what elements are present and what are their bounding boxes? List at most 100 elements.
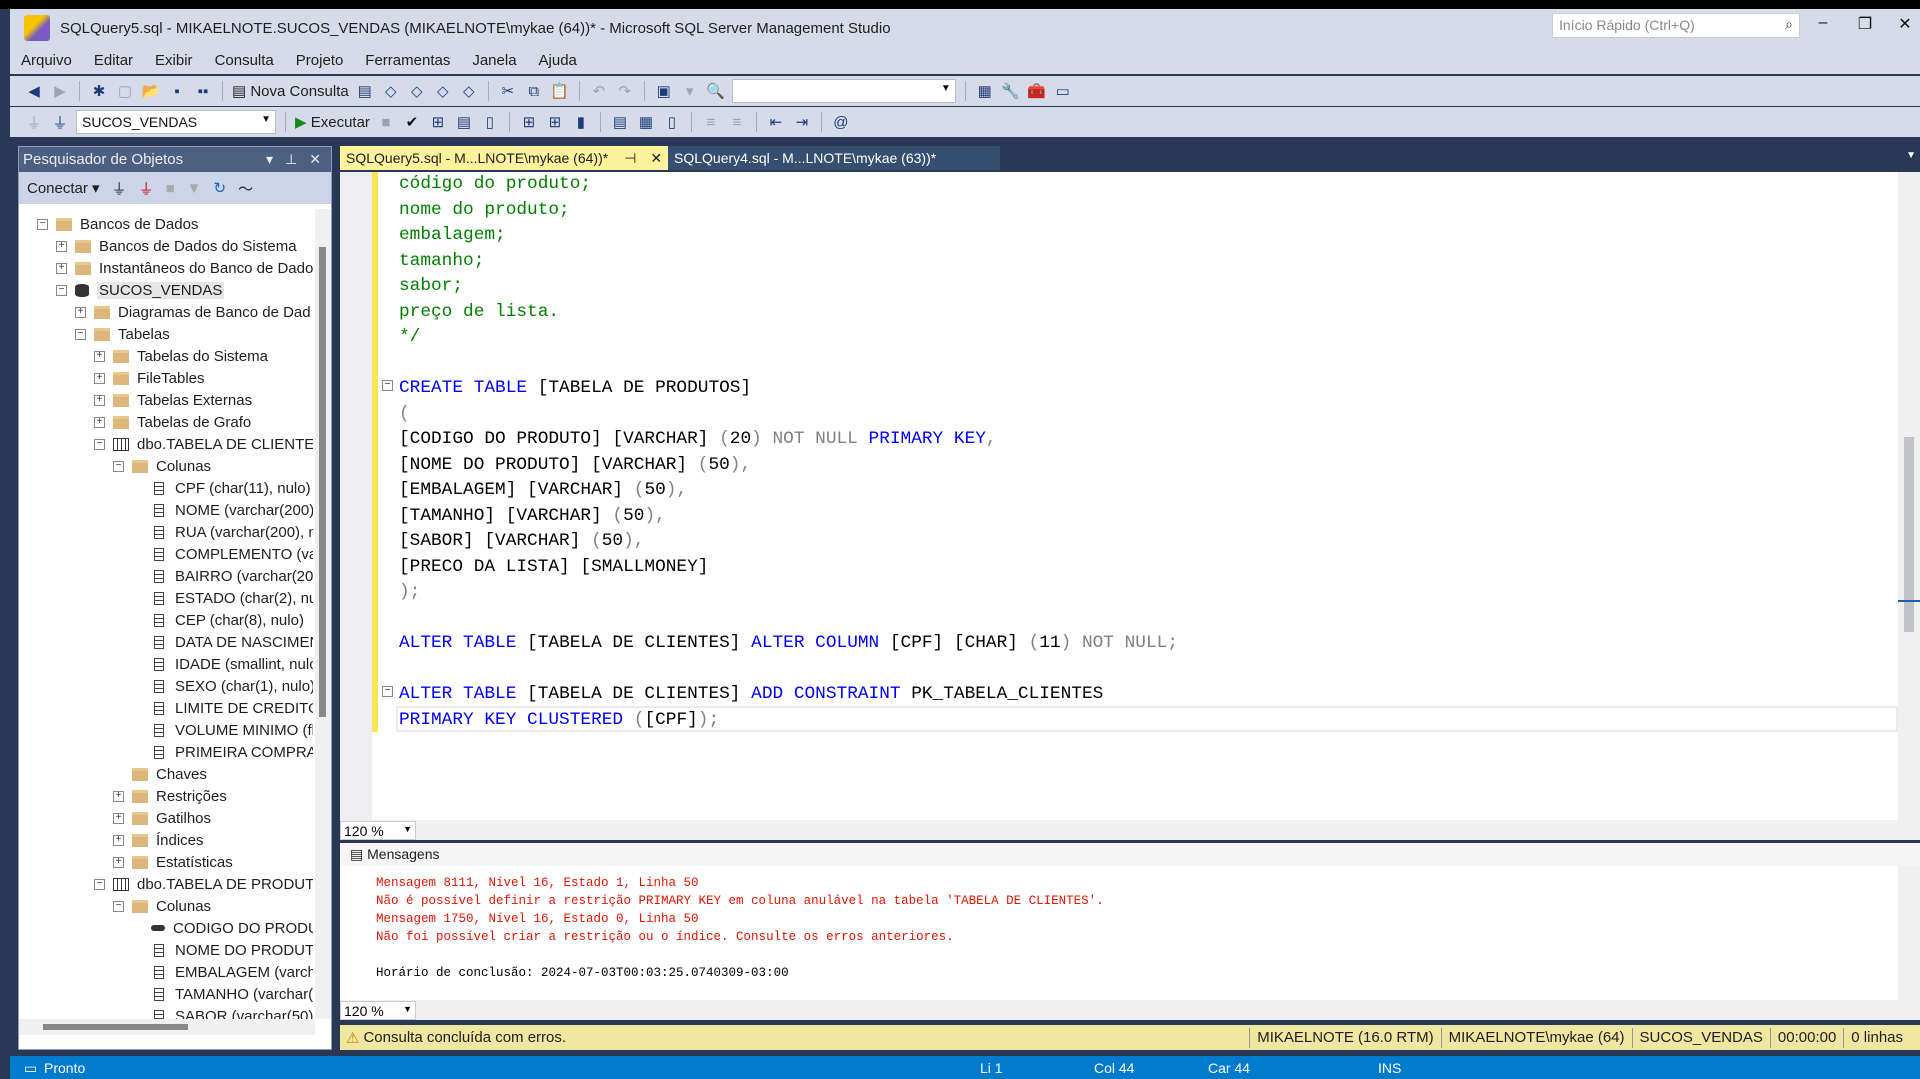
dmx-query-icon[interactable]: ◇: [407, 80, 427, 102]
tree-node[interactable]: + Instantâneos do Banco de Dado: [56, 257, 313, 279]
command-window-icon[interactable]: ▭: [1053, 80, 1073, 102]
new-query-button[interactable]: ▤ Nova Consulta: [232, 80, 349, 102]
quick-launch-input[interactable]: Início Rápido (Ctrl+Q) ⌕: [1552, 13, 1800, 38]
object-explorer-vertical-scrollbar[interactable]: [315, 209, 331, 1019]
refresh-icon[interactable]: ↻: [214, 179, 227, 197]
database-engine-query-icon[interactable]: ▤: [355, 80, 375, 102]
filter-icon[interactable]: ▼: [187, 180, 202, 197]
expand-icon[interactable]: +: [113, 834, 124, 846]
menu-exibir[interactable]: Exibir: [144, 52, 204, 69]
collapse-icon[interactable]: −: [113, 900, 124, 912]
tree-node[interactable]: CPF (char(11), nulo): [132, 477, 311, 499]
parse-icon[interactable]: ✔: [402, 111, 422, 133]
editor-vertical-scrollbar[interactable]: [1898, 172, 1920, 820]
tree-node[interactable]: CODIGO DO PRODU: [132, 917, 313, 939]
code-line[interactable]: [399, 351, 1178, 377]
pin-icon[interactable]: ⊣: [624, 150, 636, 166]
intellisense-icon[interactable]: ⊞: [519, 111, 539, 133]
code-line[interactable]: */: [399, 325, 1178, 351]
tree-node[interactable]: RUA (varchar(200), n: [132, 521, 313, 543]
expand-icon[interactable]: +: [113, 856, 124, 868]
tree-node[interactable]: ESTADO (char(2), nul: [132, 587, 313, 609]
tree-node[interactable]: − dbo.TABELA DE PRODUTO: [94, 873, 313, 895]
mdx-query-icon[interactable]: ◇: [381, 80, 401, 102]
wrench-icon[interactable]: 🔧: [1001, 80, 1021, 102]
expand-icon[interactable]: +: [56, 262, 67, 274]
messages-pane[interactable]: Mensagem 8111, Nível 16, Estado 1, Linha…: [340, 866, 1920, 1002]
comment-icon[interactable]: ≡: [701, 111, 721, 133]
code-line[interactable]: );: [399, 580, 1178, 606]
cut-icon[interactable]: ✂: [498, 80, 518, 102]
menu-janela[interactable]: Janela: [461, 52, 527, 69]
tree-node[interactable]: DATA DE NASCIMEN: [132, 631, 313, 653]
code-line[interactable]: [PRECO DA LISTA] [SMALLMONEY]: [399, 555, 1178, 581]
code-line[interactable]: [NOME DO PRODUTO] [VARCHAR] (50),: [399, 453, 1178, 479]
expand-icon[interactable]: +: [94, 372, 105, 384]
available-databases-combo[interactable]: SUCOS_VENDAS ▼: [76, 110, 276, 134]
editor-zoom-combo[interactable]: 120 % ▼: [340, 820, 416, 840]
code-line[interactable]: embalagem;: [399, 223, 1178, 249]
code-line[interactable]: [TAMANHO] [VARCHAR] (50),: [399, 504, 1178, 530]
uncomment-icon[interactable]: ≡: [727, 111, 747, 133]
collapse-icon[interactable]: −: [94, 438, 105, 450]
tree-node[interactable]: EMBALAGEM (varcha: [132, 961, 313, 983]
tree-node[interactable]: − SUCOS_VENDAS: [56, 279, 225, 301]
activity-monitor-icon[interactable]: 〜: [238, 178, 253, 199]
paste-icon[interactable]: 📋: [550, 80, 570, 102]
code-line[interactable]: sabor;: [399, 274, 1178, 300]
menu-ajuda[interactable]: Ajuda: [528, 52, 588, 69]
expand-icon[interactable]: +: [113, 790, 124, 802]
results-to-grid-icon[interactable]: ▦: [636, 111, 656, 133]
menu-ferramentas[interactable]: Ferramentas: [354, 52, 461, 69]
code-line[interactable]: (: [399, 402, 1178, 428]
tree-node[interactable]: + Restrições: [113, 785, 227, 807]
tree-node[interactable]: PRIMEIRA COMPRA (: [132, 741, 313, 763]
tree-node[interactable]: + Índices: [113, 829, 204, 851]
tree-node[interactable]: SABOR (varchar(50),: [132, 1005, 313, 1019]
minimize-button[interactable]: –: [1808, 14, 1838, 38]
query-designer-icon[interactable]: ▤: [454, 111, 474, 133]
tree-node[interactable]: − Tabelas: [75, 323, 170, 345]
tab-overflow-icon[interactable]: ▼: [1906, 150, 1916, 161]
dropdown-icon[interactable]: ▾: [680, 80, 700, 102]
code-line[interactable]: [CODIGO DO PRODUTO] [VARCHAR] (20) NOT N…: [399, 427, 1178, 453]
tree-node[interactable]: TAMANHO (varchar(: [132, 983, 313, 1005]
properties-icon[interactable]: ▦: [975, 80, 995, 102]
close-icon[interactable]: ✕: [309, 151, 321, 168]
expand-icon[interactable]: +: [94, 394, 105, 406]
tree-node[interactable]: + Tabelas Externas: [94, 389, 252, 411]
code-line[interactable]: [SABOR] [VARCHAR] (50),: [399, 529, 1178, 555]
tree-node[interactable]: NOME DO PRODUTO: [132, 939, 313, 961]
tree-node[interactable]: NOME (varchar(200),: [132, 499, 313, 521]
redo-icon[interactable]: ↷: [615, 80, 635, 102]
tab-sqlquery4[interactable]: SQLQuery4.sql - M...LNOTE\mykae (63))*: [668, 146, 1000, 170]
code-line[interactable]: [EMBALAGEM] [VARCHAR] (50),: [399, 478, 1178, 504]
results-to-text-icon[interactable]: ▤: [610, 111, 630, 133]
collapse-icon[interactable]: −: [94, 878, 105, 890]
save-icon[interactable]: ▪: [167, 80, 187, 102]
decrease-indent-icon[interactable]: ⇤: [766, 111, 786, 133]
collapse-icon[interactable]: −: [75, 328, 86, 340]
code-line[interactable]: [399, 657, 1178, 683]
find-icon[interactable]: 🔍: [706, 80, 726, 102]
menu-projeto[interactable]: Projeto: [285, 52, 355, 69]
messages-zoom-combo[interactable]: 120 % ▼: [340, 1000, 416, 1020]
dax-query-icon[interactable]: ◇: [459, 80, 479, 102]
query-options-icon[interactable]: ▯: [480, 111, 500, 133]
messages-tab[interactable]: ▤ Mensagens: [340, 843, 1920, 866]
collapse-icon[interactable]: −: [37, 218, 48, 230]
tree-node[interactable]: BAIRRO (varchar(200: [132, 565, 313, 587]
expand-icon[interactable]: +: [94, 416, 105, 428]
plug-icon[interactable]: ⏚: [112, 178, 127, 199]
tree-node[interactable]: + FileTables: [94, 367, 205, 389]
add-item-icon[interactable]: ▢: [115, 80, 135, 102]
undo-icon[interactable]: ↶: [589, 80, 609, 102]
code-line[interactable]: nome do produto;: [399, 198, 1178, 224]
tree-node[interactable]: LIMITE DE CREDITO: [132, 697, 313, 719]
disconnect-icon[interactable]: ⏚: [139, 178, 154, 199]
tab-sqlquery5[interactable]: SQLQuery5.sql - M...LNOTE\mykae (64))* ⊣ ✕: [340, 146, 668, 170]
menu-arquivo[interactable]: Arquivo: [10, 52, 83, 69]
object-explorer-horizontal-scrollbar[interactable]: [19, 1019, 315, 1035]
collapse-icon[interactable]: −: [113, 460, 124, 472]
increase-indent-icon[interactable]: ⇥: [792, 111, 812, 133]
